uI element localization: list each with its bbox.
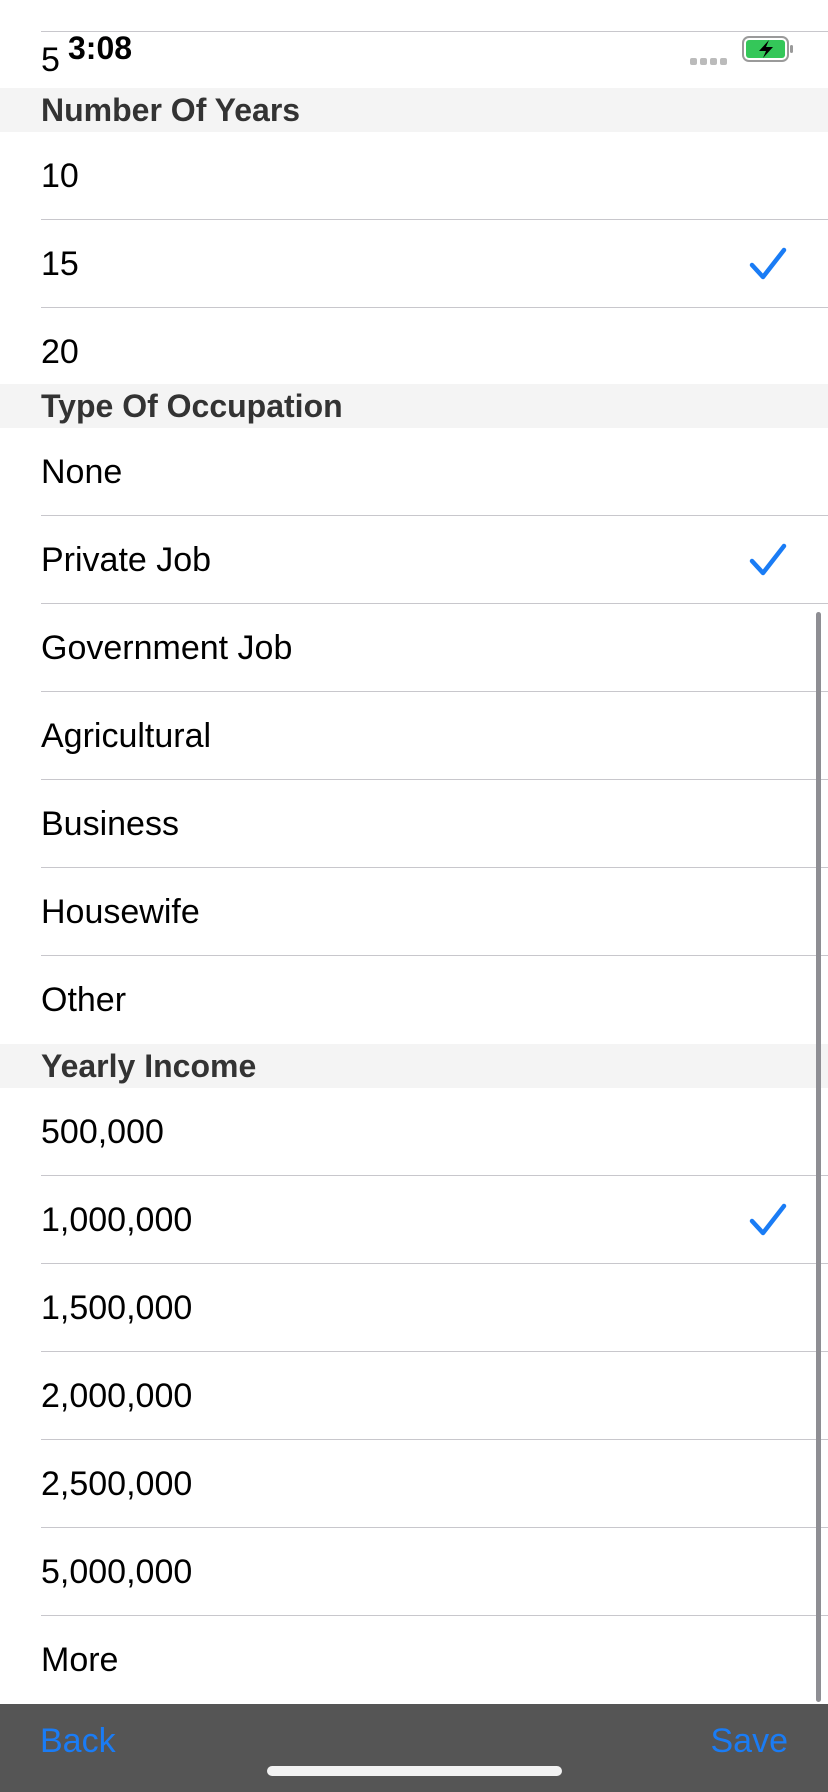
option-label: 15: [41, 245, 79, 283]
option-label: 20: [41, 333, 79, 371]
section-title: Number Of Years: [41, 92, 301, 128]
option-label: Government Job: [41, 629, 293, 667]
option-label: Agricultural: [41, 717, 212, 755]
option-label: 500,000: [41, 1113, 164, 1151]
option-row-500000[interactable]: 500,000: [0, 1088, 828, 1176]
vertical-scrollbar[interactable]: [816, 612, 821, 1702]
option-row-2000000[interactable]: 2,000,000: [0, 1352, 828, 1440]
option-row-15[interactable]: 15: [0, 220, 828, 308]
section-title: Yearly Income: [41, 1048, 257, 1084]
battery-charging-icon: [742, 36, 793, 62]
option-row-agricultural[interactable]: Agricultural: [0, 692, 828, 780]
option-row-government-job[interactable]: Government Job: [0, 604, 828, 692]
option-row-10[interactable]: 10: [0, 132, 828, 220]
option-label: 1,500,000: [41, 1289, 193, 1327]
option-row-none[interactable]: None: [0, 428, 828, 516]
option-row-private-job[interactable]: Private Job: [0, 516, 828, 604]
option-row-1500000[interactable]: 1,500,000: [0, 1264, 828, 1352]
option-label: More: [41, 1641, 119, 1679]
option-row-5000000[interactable]: 5,000,000: [0, 1528, 828, 1616]
option-row-housewife[interactable]: Housewife: [0, 868, 828, 956]
option-row-20[interactable]: 20: [0, 308, 828, 396]
screen: 5 Number Of Years 10 15 20 Type Of Occup…: [0, 0, 828, 1792]
row-separator: [41, 31, 828, 32]
section-title: Type Of Occupation: [41, 388, 343, 424]
option-label: None: [41, 453, 123, 491]
option-row-business[interactable]: Business: [0, 780, 828, 868]
option-row-more[interactable]: More: [0, 1616, 828, 1704]
option-label: 5,000,000: [41, 1553, 193, 1591]
option-label: Business: [41, 805, 179, 843]
cellular-signal-icon: [690, 52, 730, 65]
option-row-1000000[interactable]: 1,000,000: [0, 1176, 828, 1264]
option-label: Private Job: [41, 541, 212, 579]
section-header-type-of-occupation: Type Of Occupation: [0, 384, 828, 428]
option-label: 1,000,000: [41, 1201, 193, 1239]
option-label: 2,000,000: [41, 1377, 193, 1415]
checkmark-icon: [749, 1203, 787, 1236]
status-time: 3:08: [68, 30, 133, 66]
home-indicator[interactable]: [267, 1766, 562, 1776]
section-header-yearly-income: Yearly Income: [0, 1044, 828, 1088]
checkmark-icon: [749, 247, 787, 280]
option-label: Housewife: [41, 893, 200, 931]
back-button[interactable]: Back: [40, 1722, 116, 1761]
option-row-2500000[interactable]: 2,500,000: [0, 1440, 828, 1528]
bottom-toolbar: Back Save: [0, 1704, 828, 1792]
option-label: 2,500,000: [41, 1465, 193, 1503]
section-header-number-of-years: Number Of Years: [0, 88, 828, 132]
option-row-other[interactable]: Other: [0, 956, 828, 1044]
save-button[interactable]: Save: [711, 1722, 789, 1761]
checkmark-icon: [749, 543, 787, 576]
option-label: Other: [41, 981, 127, 1019]
option-label: 10: [41, 157, 79, 195]
